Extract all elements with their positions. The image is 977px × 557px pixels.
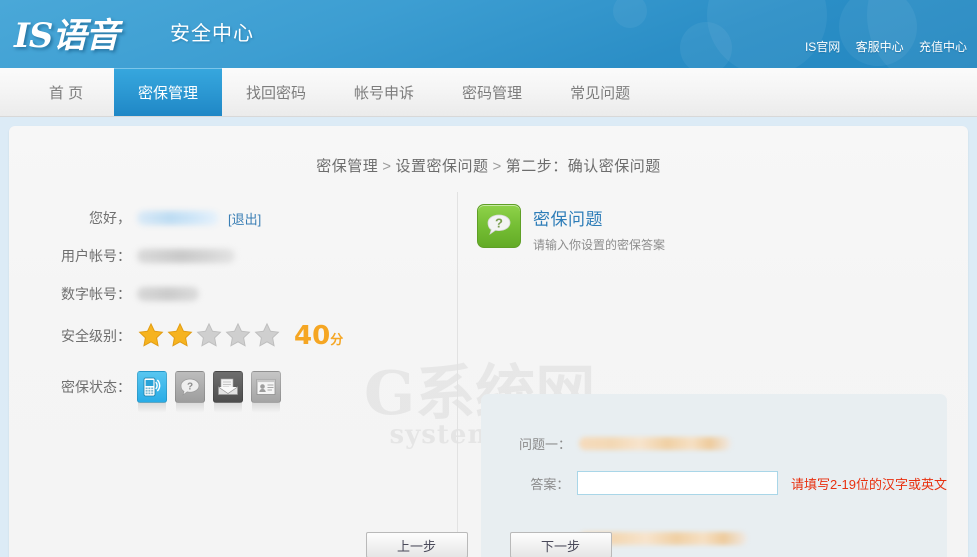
star-icon-empty [253,322,281,349]
account-row: 用户帐号： [9,246,449,266]
question-section-header: ? 密保问题 请输入你设置的密保答案 [477,204,947,253]
site-subtitle: 安全中心 [170,23,254,45]
answer-1-label: 答案： [530,476,570,492]
svg-text:?: ? [187,382,193,393]
security-score-value: 40 [294,320,331,351]
number-account-row: 数字帐号： [9,284,449,304]
top-links: IS官网 客服中心 充值中心 [793,38,967,55]
security-status-icons: ? [137,371,289,413]
answer-1-row: 答案： 请填写2-19位的汉字或英文 [481,471,947,495]
user-info-panel: 您好， [退出] 用户帐号： 数字帐号： 安全级别： 40分 密保状态： ? [9,208,449,421]
greeting-label: 您好， [89,210,131,226]
page-root: IS语音 安全中心 IS官网 客服中心 充值中心 首 页 密保管理 找回密码 帐… [0,0,977,557]
mobile-phone-icon[interactable] [137,371,167,413]
question-1-row: 问题一： [481,434,947,453]
nav-item-faq[interactable]: 常见问题 [546,68,654,116]
security-status-row: 密保状态： ? [9,371,449,413]
breadcrumb-item-3: 第二步：确认密保问题 [505,158,661,175]
breadcrumb-item-2[interactable]: 设置密保问题 [395,158,488,175]
site-logo[interactable]: IS语音 [14,8,119,57]
svg-text:?: ? [495,216,503,231]
account-label: 用户帐号： [61,248,131,264]
nav-item-security-management[interactable]: 密保管理 [114,68,223,116]
security-level-row: 安全级别： 40分 [9,322,449,349]
logout-link[interactable]: [退出] [228,209,261,228]
nav-item-retrieve-password[interactable]: 找回密码 [222,68,330,116]
breadcrumb-separator: > [492,158,502,175]
star-icon-empty [195,322,223,349]
main-navigation: 首 页 密保管理 找回密码 帐号申诉 密码管理 常见问题 [0,68,977,117]
security-score-unit: 分 [330,332,344,348]
security-score: 40分 [294,323,343,349]
site-header: IS语音 安全中心 IS官网 客服中心 充值中心 [0,0,977,68]
nav-item-password-management[interactable]: 密码管理 [438,68,546,116]
envelope-icon[interactable] [213,371,243,413]
answer-1-hint: 请填写2-19位的汉字或英文 [790,476,947,492]
question-header-texts: 密保问题 请输入你设置的密保答案 [533,204,665,253]
page-body: G系统网 system.com 密保管理 > 设置密保问题 > 第二步：确认密保问题 您… [0,117,977,557]
question-mark-bubble-icon: ? [477,204,521,248]
previous-step-button[interactable]: 上一步 [365,532,468,557]
breadcrumb-item-1[interactable]: 密保管理 [316,158,378,175]
question-section-title: 密保问题 [533,210,603,229]
column-divider [457,192,458,532]
security-status-label: 密保状态： [61,379,131,395]
nav-item-home[interactable]: 首 页 [18,68,114,116]
question-1-label: 问题一： [518,437,571,452]
question-header-row: ? 密保问题 请输入你设置的密保答案 [477,204,947,253]
nav-item-account-appeal[interactable]: 帐号申诉 [330,68,438,116]
id-card-icon[interactable] [251,371,281,413]
user-nickname-redacted [137,211,219,225]
security-level-label: 安全级别： [61,327,131,344]
form-actions: 上一步 下一步 [9,532,968,557]
number-account-label: 数字帐号： [61,286,131,302]
user-number-redacted [137,287,199,301]
next-step-button[interactable]: 下一步 [509,532,612,557]
content-card: G系统网 system.com 密保管理 > 设置密保问题 > 第二步：确认密保问题 您… [9,126,968,557]
question-1-value-redacted [579,437,731,450]
decorative-bubble [613,0,647,28]
security-level-stars [137,322,282,349]
greeting-row: 您好， [退出] [9,208,449,228]
breadcrumb-separator: > [382,158,392,175]
star-icon-filled [166,322,194,349]
top-link-customer-service[interactable]: 客服中心 [856,40,904,54]
top-link-recharge-center[interactable]: 充值中心 [919,40,967,54]
question-section-subtitle: 请输入你设置的密保答案 [533,238,666,252]
star-icon-empty [224,322,252,349]
breadcrumb: 密保管理 > 设置密保问题 > 第二步：确认密保问题 [9,126,968,176]
decorative-bubble [680,22,732,68]
user-account-redacted [137,249,235,263]
top-link-official-site[interactable]: IS官网 [805,40,840,54]
answer-1-input[interactable] [577,471,778,495]
star-icon-filled [137,322,165,349]
question-bubble-icon[interactable]: ? [175,371,205,413]
